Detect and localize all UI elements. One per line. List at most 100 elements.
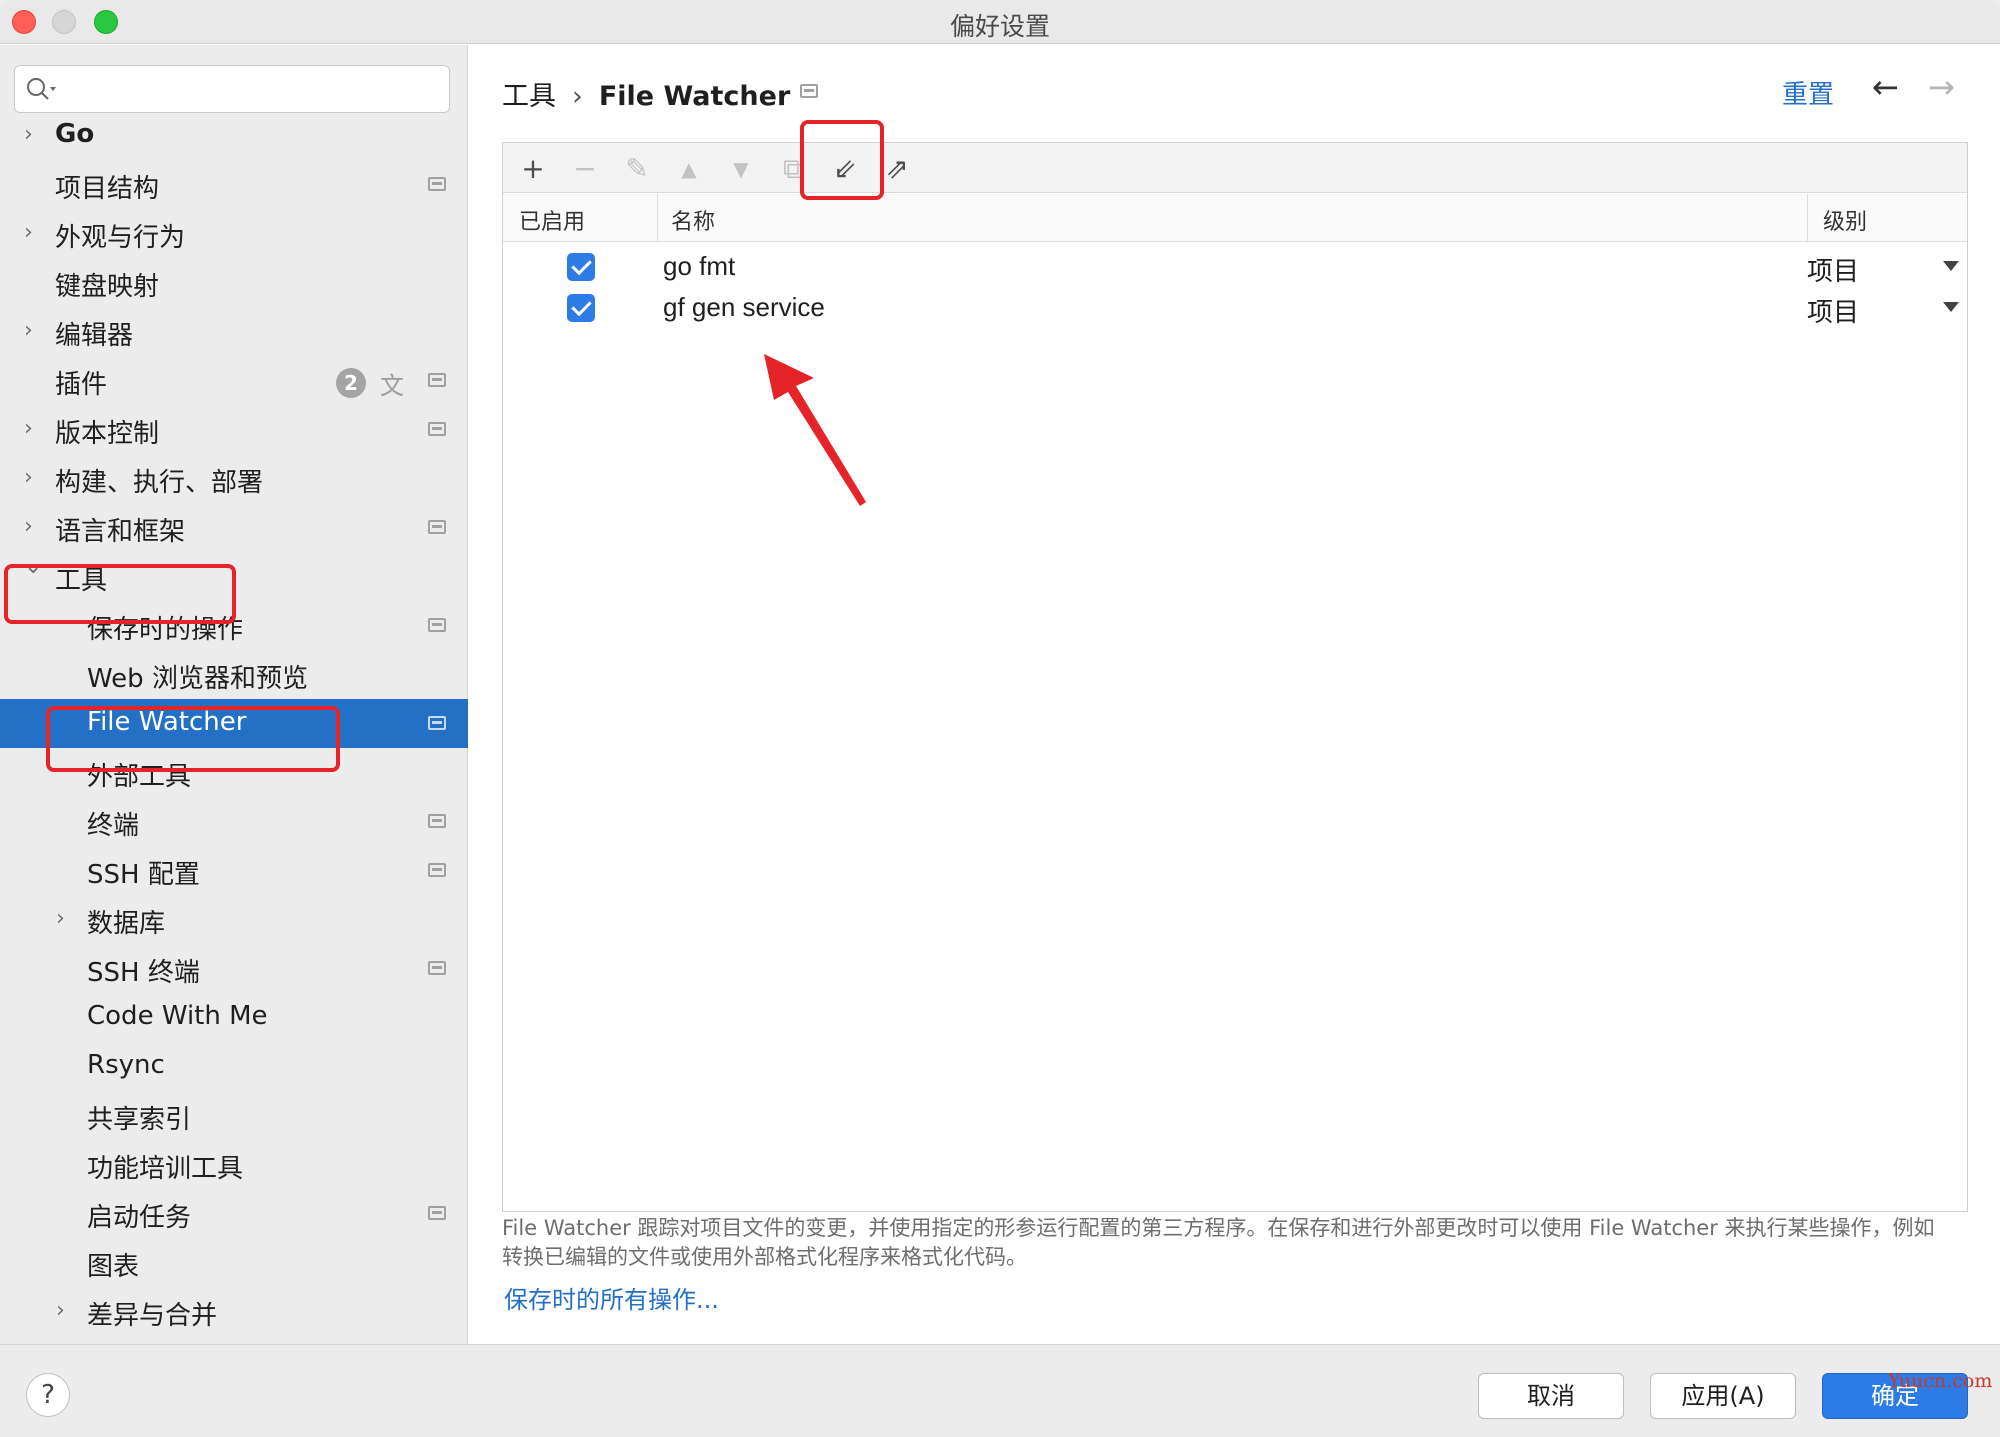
column-header-enabled[interactable]: 已启用 [519, 204, 585, 236]
sidebar-item[interactable]: Web 浏览器和预览 [0, 650, 468, 699]
sidebar-item[interactable]: › 差异与合并 [0, 1287, 468, 1336]
sidebar-item[interactable]: › Go [0, 111, 468, 160]
sidebar-item[interactable]: › 编辑器 [0, 307, 468, 356]
dialog-footer: ? 取消 应用(A) 确定 [0, 1344, 2000, 1437]
project-scope-icon [428, 814, 446, 828]
project-scope-icon [428, 618, 446, 632]
sidebar-item-label: 功能培训工具 [87, 1154, 244, 1184]
watcher-level[interactable]: 项目 [1807, 292, 1859, 329]
sidebar-item[interactable]: 项目结构 [0, 160, 468, 209]
sidebar-item-label: 构建、执行、部署 [55, 468, 264, 498]
sidebar-item[interactable]: 启动任务 [0, 1189, 468, 1238]
project-scope-icon [428, 373, 446, 387]
sidebar-item[interactable]: SSH 终端 [0, 944, 468, 993]
annotation-arrow-icon [764, 354, 866, 506]
sidebar-item-label: SSH 配置 [87, 860, 200, 890]
column-divider [1807, 194, 1808, 242]
watermark: Yuucn.com [1888, 1370, 1993, 1392]
sidebar-item-label: 共享索引 [87, 1105, 192, 1135]
chevron-right-icon[interactable]: › [24, 465, 44, 490]
enabled-checkbox[interactable] [567, 253, 595, 281]
project-scope-icon [428, 422, 446, 436]
sidebar-item[interactable]: 插件 2 文 [0, 356, 468, 405]
project-scope-icon [800, 84, 818, 98]
sidebar-item-label: 版本控制 [55, 419, 160, 449]
translate-icon: 文 [380, 372, 404, 400]
annotation-box-tools [4, 564, 236, 624]
breadcrumb-parent[interactable]: 工具 [502, 81, 556, 112]
sidebar-item[interactable]: › 构建、执行、部署 [0, 454, 468, 503]
watcher-level[interactable]: 项目 [1807, 251, 1859, 288]
watcher-name: gf gen service [663, 292, 825, 322]
table-row[interactable]: gf gen service 项目 [503, 288, 1967, 328]
file-watcher-description: File Watcher 跟踪对项目文件的变更，并使用指定的形参运行配置的第三方… [502, 1216, 1935, 1269]
column-header-name[interactable]: 名称 [671, 204, 715, 236]
sidebar-item[interactable]: 终端 [0, 797, 468, 846]
sidebar-item[interactable]: Rsync [0, 1042, 468, 1091]
move-down-icon[interactable]: ▼ [721, 151, 761, 187]
watchers-toolbar: + − ✎ ▲ ▼ ⧉ ⇙ ⇗ [503, 143, 1967, 193]
project-scope-icon [428, 716, 446, 730]
chevron-right-icon[interactable]: › [24, 514, 44, 539]
all-save-actions-link[interactable]: 保存时的所有操作... [504, 1280, 719, 1315]
settings-sidebar: › Go 项目结构 › 外观与行为 键盘映射 › 编辑器 插件 2 文 › 版本控制 › 构建、执行、部署 ›… [0, 45, 468, 1345]
back-arrow-icon[interactable]: ← [1872, 68, 1899, 106]
table-row[interactable]: go fmt 项目 [503, 247, 1967, 287]
sidebar-item[interactable]: › 语言和框架 [0, 503, 468, 552]
sidebar-item[interactable]: › 数据库 [0, 895, 468, 944]
sidebar-item-label: SSH 终端 [87, 958, 200, 988]
edit-icon[interactable]: ✎ [617, 151, 657, 187]
sidebar-item-label: 终端 [87, 811, 140, 841]
breadcrumb: 工具 › File Watcher [502, 74, 790, 113]
chevron-right-icon[interactable]: › [56, 906, 76, 931]
settings-search-input[interactable] [63, 72, 433, 106]
move-up-icon[interactable]: ▲ [669, 151, 709, 187]
chevron-right-icon[interactable]: › [24, 416, 44, 441]
add-icon[interactable]: + [513, 151, 553, 187]
sidebar-item[interactable]: Code With Me [0, 993, 468, 1042]
title-bar: 偏好设置 [0, 0, 2000, 44]
cancel-button[interactable]: 取消 [1478, 1373, 1624, 1419]
column-divider [657, 194, 658, 242]
settings-search-box[interactable] [14, 65, 450, 113]
sidebar-item[interactable]: › 外观与行为 [0, 209, 468, 258]
sidebar-item-label: Go [55, 119, 95, 149]
sidebar-item-label: 编辑器 [55, 321, 134, 351]
reset-link[interactable]: 重置 [1782, 74, 1834, 111]
project-scope-icon [428, 1206, 446, 1220]
sidebar-item-label: Web 浏览器和预览 [87, 664, 308, 694]
remove-icon[interactable]: − [565, 151, 605, 187]
project-scope-icon [428, 177, 446, 191]
chevron-right-icon[interactable]: › [24, 122, 44, 147]
project-scope-icon [428, 863, 446, 877]
sidebar-item[interactable]: SSH 配置 [0, 846, 468, 895]
level-dropdown-icon[interactable] [1943, 261, 1959, 271]
sidebar-item-label: 差异与合并 [87, 1301, 218, 1331]
sidebar-item-label: 插件 [55, 370, 108, 400]
sidebar-item[interactable]: 共享索引 [0, 1091, 468, 1140]
apply-button[interactable]: 应用(A) [1650, 1373, 1796, 1419]
sidebar-item[interactable]: 功能培训工具 [0, 1140, 468, 1189]
enabled-checkbox[interactable] [567, 294, 595, 322]
update-count-badge: 2 [336, 368, 366, 398]
chevron-right-icon[interactable]: › [56, 1298, 76, 1323]
breadcrumb-separator: › [572, 81, 583, 112]
preferences-window: 偏好设置 › Go 项目结构 › 外观与行为 键盘映射 › 编辑器插件 2 文 › 版本控制 › 构建、执… [0, 0, 2000, 1437]
table-header: 已启用 名称 级别 [503, 194, 1967, 242]
sidebar-item[interactable]: 图表 [0, 1238, 468, 1287]
sidebar-item-label: 项目结构 [55, 174, 160, 204]
chevron-right-icon[interactable]: › [24, 318, 44, 343]
sidebar-item-label: Rsync [87, 1050, 165, 1080]
project-scope-icon [428, 520, 446, 534]
help-button[interactable]: ? [26, 1373, 70, 1417]
chevron-right-icon[interactable]: › [24, 220, 44, 245]
level-dropdown-icon[interactable] [1943, 302, 1959, 312]
column-header-level[interactable]: 级别 [1823, 204, 1867, 236]
search-icon [27, 78, 56, 100]
annotation-box-import [800, 120, 884, 200]
project-scope-icon [428, 961, 446, 975]
forward-arrow-icon[interactable]: → [1928, 68, 1955, 106]
sidebar-item[interactable]: 键盘映射 [0, 258, 468, 307]
sidebar-item[interactable]: › 版本控制 [0, 405, 468, 454]
annotation-box-file-watcher [46, 706, 340, 772]
